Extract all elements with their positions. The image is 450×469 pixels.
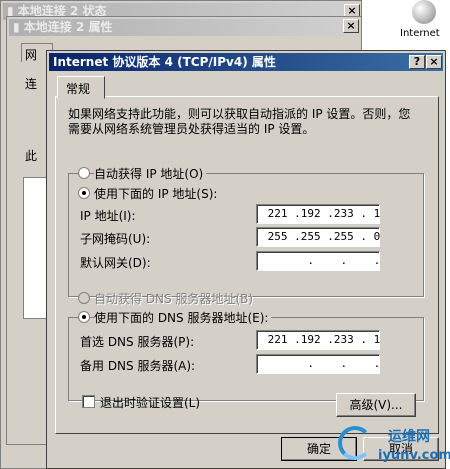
default-gateway-label: 默认网关(D):	[80, 256, 151, 270]
connect-label-fragment: 连	[25, 77, 38, 91]
preferred-dns-input[interactable]: 221 .192 .233 . 1	[256, 330, 380, 350]
dns-manual-radio[interactable]	[78, 311, 90, 323]
watermark-text-bottom: iyunv.com	[378, 448, 450, 463]
tcpip-dialog: Internet 协议版本 4 (TCP/IPv4) 属性 ? × 常规 如果网…	[46, 50, 446, 469]
default-gateway-input[interactable]: . . .	[256, 251, 380, 271]
component-label-fragment: 此	[25, 149, 38, 163]
ip-address-label: IP 地址(I):	[80, 209, 136, 223]
desktop-icon-internet[interactable]: Internet	[400, 0, 450, 42]
validate-checkbox[interactable]	[82, 395, 95, 408]
alternate-dns-label: 备用 DNS 服务器(A):	[80, 359, 196, 373]
preferred-dns-label: 首选 DNS 服务器(P):	[80, 335, 195, 349]
tab-network-label: 网	[25, 48, 38, 62]
properties-window-titlebar[interactable]: ▮ 本地连接 2 属性	[9, 19, 359, 36]
tab-panel: 如果网络支持此功能，则可以获取自动指派的 IP 设置。否则，您需要从网络系统管理…	[55, 96, 439, 434]
globe-icon	[412, 0, 436, 24]
dialog-title: Internet 协议版本 4 (TCP/IPv4) 属性	[53, 55, 276, 69]
advanced-button[interactable]: 高级(V)...	[336, 393, 416, 417]
dns-auto-label: 自动获得 DNS 服务器地址(B)	[94, 292, 254, 306]
ip-auto-radio[interactable]	[78, 167, 90, 179]
ip-address-input[interactable]: 221 .192 .233 . 1	[256, 204, 380, 224]
watermark-text-top: 运维网	[388, 429, 430, 445]
alternate-dns-input[interactable]: . . .	[256, 354, 380, 374]
ip-auto-label: 自动获得 IP 地址(O)	[94, 165, 207, 182]
help-icon[interactable]: ?	[409, 55, 425, 69]
validate-label: 退出时验证设置(L)	[100, 396, 201, 410]
close-icon[interactable]: ×	[426, 55, 442, 69]
subnet-mask-label: 子网掩码(U):	[80, 232, 151, 246]
dns-auto-radio[interactable]	[78, 292, 90, 304]
watermark-logo: 运维网 iyunv.com	[338, 424, 450, 468]
ip-manual-radio[interactable]	[78, 187, 90, 199]
window-icon: ▮	[13, 20, 24, 34]
close-icon[interactable]: ×	[343, 19, 359, 33]
description-text: 如果网络支持此功能，则可以获取自动指派的 IP 设置。否则，您需要从网络系统管理…	[68, 107, 411, 136]
dns-manual-label: 使用下面的 DNS 服务器地址(E):	[94, 309, 272, 326]
desktop-icon-label: Internet	[400, 28, 440, 39]
dialog-titlebar[interactable]: Internet 协议版本 4 (TCP/IPv4) 属性	[49, 53, 443, 71]
tab-general-label: 常规	[66, 82, 91, 96]
tab-general[interactable]: 常规	[57, 76, 105, 99]
ip-manual-label: 使用下面的 IP 地址(S):	[94, 185, 221, 202]
swirl-icon	[338, 426, 372, 460]
subnet-mask-input[interactable]: 255 .255 .255 . 0	[256, 227, 380, 247]
left-edge-control	[23, 177, 47, 319]
properties-window-title: 本地连接 2 属性	[23, 20, 113, 34]
